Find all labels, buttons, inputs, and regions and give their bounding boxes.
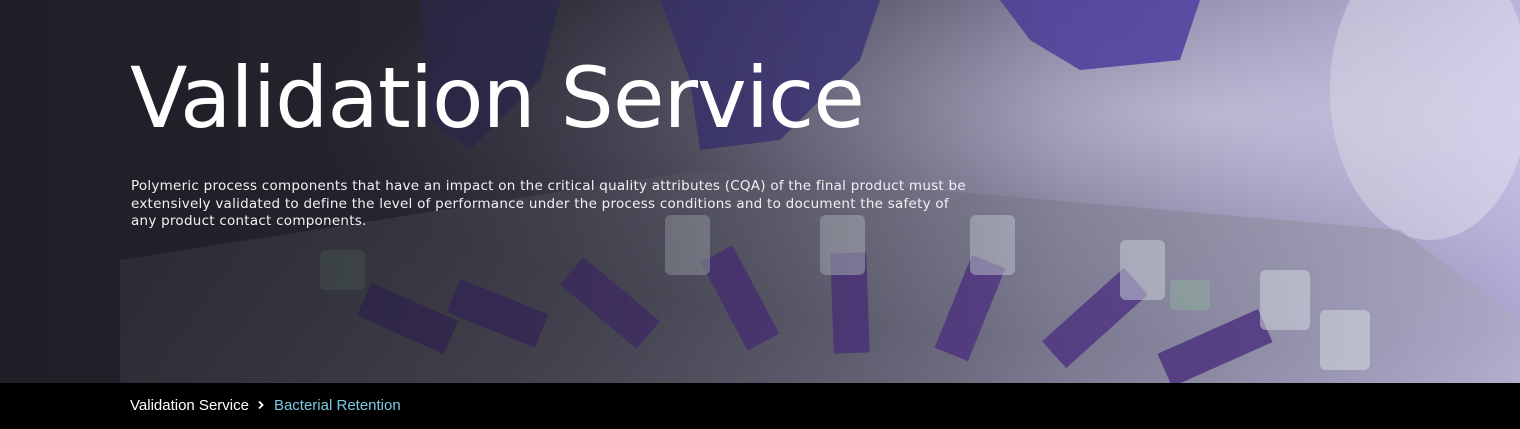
chevron-right-icon: [249, 397, 274, 415]
breadcrumb: Validation Service Bacterial Retention: [130, 397, 401, 415]
page-title: Validation Service: [130, 49, 865, 147]
breadcrumb-item-validation-service[interactable]: Validation Service: [130, 397, 249, 415]
page: Validation Service Polymeric process com…: [0, 0, 1520, 429]
hero-banner: Validation Service Polymeric process com…: [0, 0, 1520, 383]
hero-description: Polymeric process components that have a…: [131, 178, 966, 229]
breadcrumb-bar: Validation Service Bacterial Retention: [0, 383, 1520, 429]
breadcrumb-item-current: Bacterial Retention: [273, 397, 401, 414]
